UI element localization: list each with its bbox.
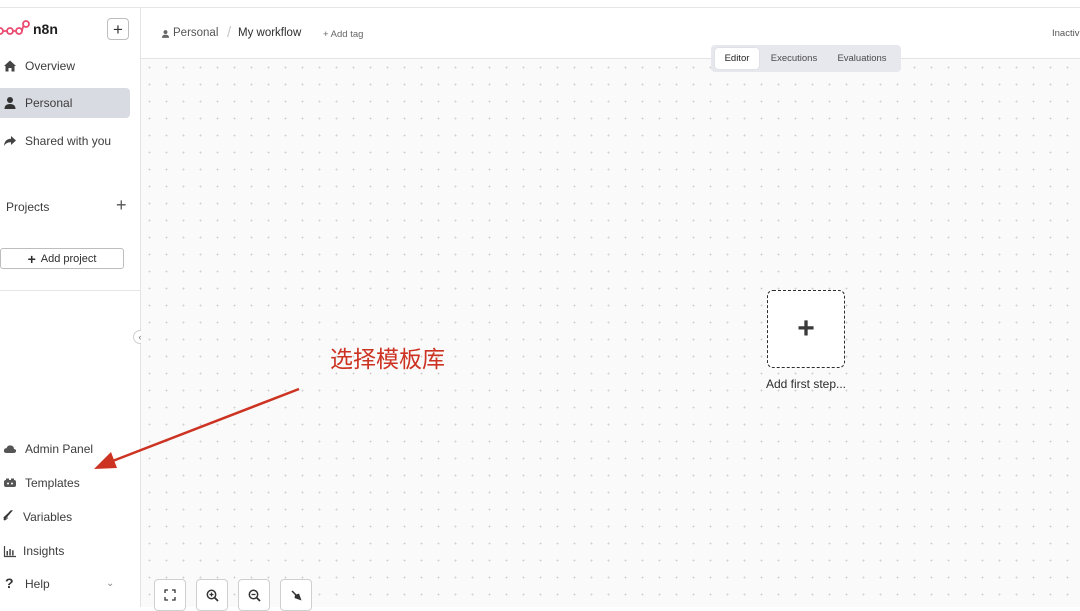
top-strip — [0, 0, 1080, 8]
templates-icon — [4, 478, 16, 487]
sidebar-item-insights[interactable]: Insights — [0, 536, 130, 566]
sidebar-item-personal[interactable]: Personal — [0, 88, 130, 118]
workflow-status[interactable]: Inactiv — [1052, 28, 1079, 39]
sidebar-item-label: Help — [25, 577, 50, 591]
view-tabs: Editor Executions Evaluations — [711, 45, 901, 72]
sidebar-item-overview[interactable]: Overview — [0, 51, 130, 81]
add-tag-button[interactable]: + Add tag — [323, 29, 363, 40]
projects-label: Projects — [6, 200, 50, 214]
breadcrumb-project[interactable]: Personal — [173, 27, 218, 39]
sidebar: n8n + Overview Personal Shared with you … — [0, 8, 147, 607]
fit-view-button[interactable] — [154, 579, 186, 611]
sidebar-item-admin-panel[interactable]: Admin Panel — [0, 434, 130, 464]
insights-icon — [3, 546, 16, 558]
sidebar-item-label: Templates — [25, 476, 80, 490]
add-first-step-label: Add first step... — [765, 377, 847, 391]
create-new-button[interactable]: + — [107, 18, 129, 40]
tab-executions[interactable]: Executions — [764, 48, 824, 69]
workflow-name[interactable]: My workflow — [238, 27, 301, 39]
add-project-label: Add project — [40, 252, 97, 265]
user-icon — [161, 30, 170, 38]
add-project-button[interactable]: + Add project — [0, 248, 124, 269]
sidebar-item-label: Overview — [25, 59, 76, 73]
workflow-header: Personal / My workflow + Add tag Inactiv — [141, 8, 1080, 59]
sidebar-divider — [0, 290, 140, 291]
sidebar-item-label: Shared with you — [25, 134, 112, 148]
projects-section-header: Projects + — [0, 195, 140, 216]
variables-icon: 𝓁 — [3, 508, 8, 524]
sidebar-item-label: Variables — [23, 510, 73, 524]
zoom-in-button[interactable] — [196, 579, 228, 611]
home-icon — [4, 60, 16, 72]
zoom-out-button[interactable] — [238, 579, 270, 611]
tidy-up-button[interactable] — [280, 579, 312, 611]
plus-icon: + — [797, 312, 815, 345]
chevron-down-icon[interactable]: ⌄ — [106, 578, 114, 589]
user-icon — [4, 97, 16, 109]
tab-evaluations[interactable]: Evaluations — [831, 48, 893, 69]
add-project-plus-button[interactable]: + — [116, 195, 127, 216]
annotation-text: 选择模板库 — [330, 347, 445, 373]
share-icon — [4, 136, 16, 146]
zoom-out-icon — [248, 589, 261, 602]
app-name: n8n — [33, 21, 58, 37]
breadcrumb-separator: / — [227, 24, 232, 41]
sidebar-item-variables[interactable]: 𝓁 Variables — [0, 502, 130, 532]
workflow-canvas[interactable]: + Add first step... — [141, 59, 1080, 607]
n8n-logo-icon — [0, 20, 30, 35]
plus-icon: + — [27, 250, 36, 267]
sidebar-item-label: Admin Panel — [25, 442, 94, 456]
broom-icon — [290, 589, 301, 600]
zoom-in-icon — [206, 589, 219, 602]
sidebar-item-label: Insights — [23, 544, 65, 558]
cloud-icon — [3, 445, 17, 453]
sidebar-item-shared[interactable]: Shared with you — [0, 126, 130, 156]
add-first-step-button[interactable]: + — [767, 290, 845, 368]
sidebar-item-templates[interactable]: Templates — [0, 468, 130, 498]
sidebar-item-label: Personal — [25, 96, 73, 110]
fit-view-icon — [164, 589, 176, 601]
help-icon: ? — [5, 575, 14, 591]
tab-editor[interactable]: Editor — [715, 48, 759, 69]
